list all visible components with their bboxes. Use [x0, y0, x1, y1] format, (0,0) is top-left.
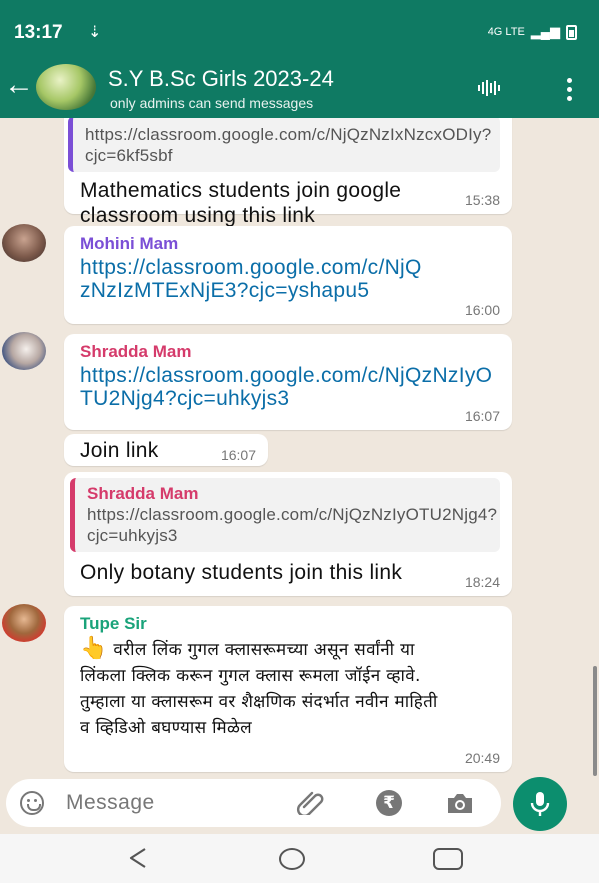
network-label: 4G LTE: [487, 26, 525, 38]
back-arrow-icon[interactable]: ←: [4, 70, 34, 100]
message-link[interactable]: https://classroom.google.com/c/NjQzNzIzM…: [80, 256, 498, 302]
pointing-up-emoji: 👆: [80, 636, 108, 661]
download-icon: ⇣: [88, 24, 102, 41]
emoji-icon[interactable]: [20, 791, 44, 815]
message-text: 👆 वरील लिंक गुगल क्लासरूमच्या असून सर्वा…: [80, 636, 498, 741]
sender-name[interactable]: Tupe Sir: [80, 614, 498, 634]
avatar[interactable]: [2, 224, 46, 262]
message-text: Join link: [80, 439, 159, 462]
message-bubble[interactable]: Shradda Mam https://classroom.google.com…: [64, 334, 512, 430]
message-time: 16:00: [464, 302, 500, 318]
sender-name[interactable]: Shradda Mam: [80, 342, 502, 362]
battery-icon: [566, 24, 577, 40]
message-time: 16:07: [220, 447, 256, 463]
status-time: 13:17: [14, 22, 63, 43]
group-title[interactable]: S.Y B.Sc Girls 2023-24: [108, 66, 334, 92]
home-icon[interactable]: [279, 848, 305, 870]
avatar[interactable]: [2, 332, 46, 370]
avatar[interactable]: [2, 604, 46, 642]
message-text: Mathematics students join google classro…: [80, 179, 402, 227]
quoted-message[interactable]: Shradda Mam https://classroom.google.com…: [70, 478, 500, 552]
quoted-sender: Shradda Mam: [87, 484, 199, 503]
message-time: 18:24: [464, 574, 500, 590]
message-bubble[interactable]: Join link 16:07: [64, 434, 268, 466]
group-avatar[interactable]: [36, 64, 96, 110]
message-bubble[interactable]: Mohini Mam https://classroom.google.com/…: [64, 226, 512, 324]
quoted-link[interactable]: https://classroom.google.com/c/NjQzNzIyO…: [87, 504, 497, 546]
mic-icon: [530, 792, 550, 816]
more-options-icon[interactable]: [567, 78, 573, 101]
group-subtitle: only admins can send messages: [110, 95, 314, 111]
message-bubble[interactable]: https://classroom.google.com/c/NjQzNzIxN…: [64, 118, 512, 227]
message-text: Only botany students join this link: [80, 561, 403, 584]
sender-name[interactable]: Mohini Mam: [80, 234, 498, 254]
signal-icon: ▂▄▆: [530, 24, 560, 39]
attach-icon[interactable]: [296, 789, 326, 815]
mic-button[interactable]: [513, 777, 567, 831]
input-bar: Message ₹: [0, 777, 599, 834]
payment-icon[interactable]: ₹: [376, 790, 402, 816]
chat-area[interactable]: https://classroom.google.com/c/NjQzNzIxN…: [0, 118, 599, 777]
back-icon[interactable]: [127, 846, 149, 870]
message-time: 16:07: [464, 408, 500, 424]
status-bar: 13:17 ⇣ 4G LTE ▂▄▆: [0, 0, 599, 58]
recent-apps-icon[interactable]: [433, 848, 463, 870]
quoted-link[interactable]: https://classroom.google.com/c/NjQzNzIxN…: [85, 124, 491, 166]
camera-icon[interactable]: [446, 792, 474, 814]
voice-chat-icon[interactable]: [478, 80, 500, 96]
message-time: 15:38: [464, 192, 500, 208]
message-placeholder[interactable]: Message: [66, 791, 155, 815]
quoted-message[interactable]: https://classroom.google.com/c/NjQzNzIxN…: [68, 118, 500, 172]
status-icons: 4G LTE ▂▄▆: [488, 24, 577, 40]
message-body: वरील लिंक गुगल क्लासरूमच्या असून सर्वांन…: [80, 640, 438, 738]
message-bubble[interactable]: Tupe Sir 👆 वरील लिंक गुगल क्लासरूमच्या अ…: [64, 606, 512, 772]
message-input[interactable]: Message ₹: [6, 779, 501, 827]
navigation-bar: [0, 834, 599, 883]
message-link[interactable]: https://classroom.google.com/c/NjQzNzIyO…: [80, 364, 502, 410]
chat-header: ← S.Y B.Sc Girls 2023-24 only admins can…: [0, 58, 599, 118]
message-time: 20:49: [464, 750, 500, 766]
message-bubble[interactable]: Shradda Mam https://classroom.google.com…: [64, 472, 512, 596]
scrollbar[interactable]: [593, 666, 597, 776]
